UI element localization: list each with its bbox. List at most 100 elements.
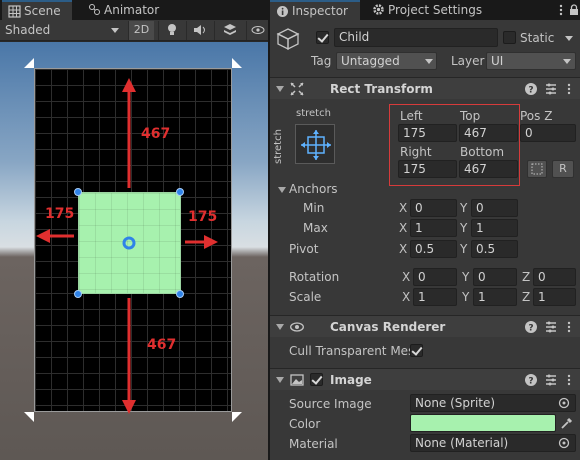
source-image-field[interactable]: None (Sprite) [410,394,576,412]
anchor-min-x-field[interactable]: 0 [410,199,457,217]
active-checkbox[interactable] [316,31,329,44]
kebab-menu-icon[interactable] [564,82,574,96]
posz-field[interactable]: 0 [520,124,576,142]
lighting-toggle-button[interactable] [158,21,184,40]
pivot-y-field[interactable]: 0.5 [471,240,518,258]
2d-toggle-button[interactable]: 2D [128,21,154,40]
anchor-min-y-field[interactable]: 0 [471,199,518,217]
shading-mode-dropdown[interactable]: Shaded [5,20,120,41]
object-picker-icon[interactable] [558,437,570,449]
anchor-min-x-label: X [399,201,408,215]
anchor-presets-button[interactable] [295,124,335,164]
color-label: Color [289,417,321,431]
top-field[interactable]: 467 [459,124,518,142]
foldout-arrow-icon[interactable] [276,324,284,330]
layer-dropdown[interactable]: UI [486,52,576,70]
eyedropper-icon[interactable] [560,416,574,430]
tab-scene-label: Scene [24,4,61,18]
scale-x-field[interactable]: 1 [413,288,457,306]
eye-icon [290,322,304,332]
svg-text:?: ? [528,377,533,387]
foldout-arrow-icon[interactable] [276,377,284,383]
canvas-renderer-title: Canvas Renderer [330,320,446,334]
tab-inspector-label: Inspector [292,4,348,18]
rotation-y-field[interactable]: 0 [473,268,517,286]
lightbulb-icon [167,24,176,35]
scene-viewport[interactable]: 467 467 175 175 [0,42,268,460]
layers-icon [223,24,236,35]
scene-tabbar: Scene Animator [0,0,268,20]
help-icon[interactable]: ? [524,320,538,334]
foldout-arrow-icon[interactable] [276,86,284,92]
material-field[interactable]: None (Material) [410,434,576,452]
tag-label: Tag [311,54,332,68]
help-icon[interactable]: ? [524,82,538,96]
raw-edit-button[interactable]: R [552,160,574,178]
tag-dropdown[interactable]: Untagged [336,52,437,70]
object-name-field[interactable]: Child [334,28,498,47]
pivot-x-field[interactable]: 0.5 [410,240,457,258]
scale-y-field[interactable]: 1 [473,288,517,306]
image-icon [290,374,304,386]
static-label: Static [520,31,555,45]
rect-transform-header[interactable]: Rect Transform ? [270,77,580,99]
inspector-panel: Inspector Project Settings Child Static … [270,0,580,460]
bottom-distance-label: 467 [147,337,177,353]
chevron-down-icon [563,59,571,64]
object-picker-icon[interactable] [558,397,570,409]
anchors-foldout-icon[interactable] [278,187,286,193]
anchor-max-y-field[interactable]: 1 [471,219,518,237]
static-checkbox[interactable] [503,31,516,44]
canvas-renderer-header[interactable]: Canvas Renderer ? [270,315,580,337]
scale-z-field[interactable]: 1 [533,288,576,306]
pivot-x-label: X [399,242,408,256]
color-swatch[interactable] [410,414,556,432]
hidden-objects-button[interactable] [246,21,268,40]
image-header[interactable]: Image ? [270,368,580,390]
anchor-min-label: Min [303,201,325,215]
effects-dropdown[interactable] [214,21,244,40]
image-enabled-checkbox[interactable] [310,373,323,386]
layer-label: Layer [451,54,485,68]
tab-project-settings-label: Project Settings [388,3,483,17]
pivot-y-label: Y [460,242,468,256]
blueprint-mode-button[interactable] [527,160,547,178]
tab-inspector[interactable]: Inspector [270,0,360,20]
top-distance-label: 467 [141,126,171,142]
tab-project-settings[interactable]: Project Settings [366,0,486,20]
left-field[interactable]: 175 [398,124,457,142]
source-image-label: Source Image [289,397,372,411]
left-distance-label: 175 [45,206,75,222]
anchor-max-x-field[interactable]: 1 [410,219,457,237]
presets-icon[interactable] [544,320,558,334]
help-icon[interactable]: ? [524,373,538,387]
layer-value: UI [491,54,504,68]
gameobject-cube-icon [276,28,300,51]
right-field[interactable]: 175 [398,160,457,178]
posz-label: Pos Z [520,109,553,123]
kebab-menu-icon[interactable] [556,4,566,16]
kebab-menu-icon[interactable] [564,320,574,334]
scale-y-label: Y [462,290,470,304]
rotation-label: Rotation [289,270,340,284]
anchor-max-label: Max [303,221,328,235]
presets-icon[interactable] [544,373,558,387]
distance-arrows [36,78,218,414]
rotation-x-field[interactable]: 0 [413,268,457,286]
tab-animator[interactable]: Animator [82,0,162,20]
rect-transform-icon [290,82,304,96]
static-dropdown-icon[interactable] [565,36,573,41]
top-label: Top [460,109,481,123]
lock-icon[interactable] [568,4,580,16]
tab-scene[interactable]: Scene [2,0,72,20]
audio-toggle-button[interactable] [186,21,212,40]
bottom-field[interactable]: 467 [459,160,518,178]
rotation-z-field[interactable]: 0 [533,268,576,286]
speaker-icon [193,25,205,35]
material-value: None (Material) [415,436,509,450]
kebab-menu-icon[interactable] [564,373,574,387]
cull-transparent-checkbox[interactable] [410,344,423,357]
presets-icon[interactable] [544,82,558,96]
anchor-max-x-label: X [399,221,408,235]
right-distance-label: 175 [188,209,218,225]
